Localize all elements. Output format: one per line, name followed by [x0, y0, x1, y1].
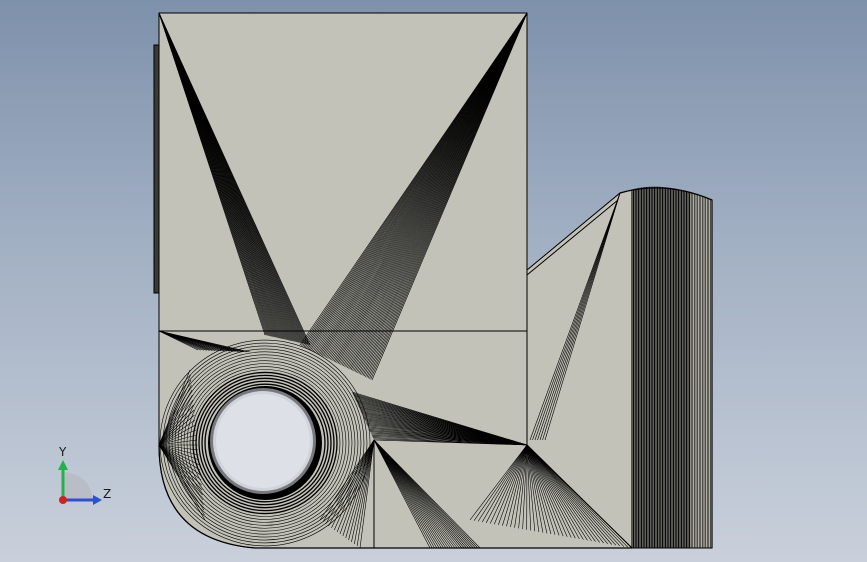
triad-x-axis — [59, 496, 67, 504]
model-part[interactable] — [153, 12, 713, 549]
triad-z-arrow — [93, 495, 102, 505]
triad-y-label: Y — [58, 445, 67, 459]
left-side-flange — [153, 44, 160, 294]
triad-y-arrow — [58, 460, 68, 470]
model-viewport[interactable]: Y Z — [0, 0, 867, 562]
triad-z-label: Z — [103, 487, 111, 501]
view-triad: Y Z — [58, 445, 111, 505]
triad-quadrant — [63, 472, 93, 500]
